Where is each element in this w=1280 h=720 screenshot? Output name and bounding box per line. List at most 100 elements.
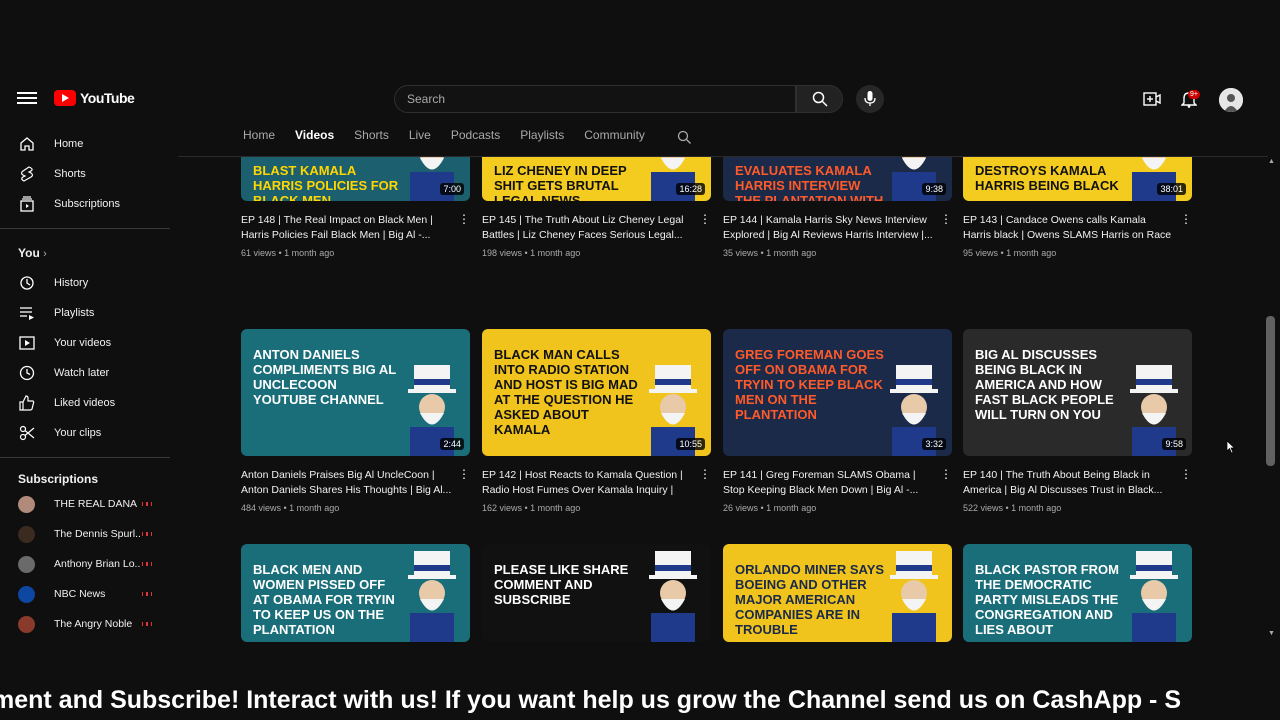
sidebar-item-your-videos[interactable]: Your videos [0,328,175,358]
video-title[interactable]: Anton Daniels Praises Big Al UncleCoon |… [241,468,453,498]
sidebar-item-label: Your videos [54,337,112,349]
thumbnail-text: BIG AL DISCUSSES BEING BLACK IN AMERICA … [975,347,1114,422]
your-videos-icon [19,336,35,350]
voice-search-button[interactable] [856,85,884,113]
uncle-sam-image [1130,551,1178,642]
tab-community[interactable]: Community [584,128,645,148]
sidebar-item-liked-videos[interactable]: Liked videos [0,388,175,418]
youtube-logo[interactable]: YouTube [54,90,135,106]
video-meta: 522 views • 1 month ago [963,503,1062,513]
sidebar-item-your-clips[interactable]: Your clips [0,418,175,448]
video-title[interactable]: EP 143 | Candace Owens calls Kamala Harr… [963,213,1175,243]
video-thumbnail[interactable]: BIG AL DISCUSSES BEING BLACK IN AMERICA … [963,329,1192,456]
video-thumbnail[interactable]: EVALUATES KAMALA HARRIS INTERVIEW THE PL… [723,157,952,201]
video-thumbnail[interactable]: Please Like Share Comment and Subscribe [482,544,711,642]
thumbnail-text: BLAST KAMALA HARRIS POLICIES FOR BLACK M… [253,163,399,201]
sidebar-item-label: Shorts [54,168,86,180]
account-avatar[interactable] [1219,88,1243,112]
video-duration: 9:38 [922,183,946,195]
sidebar-item-subscriptions[interactable]: Subscriptions [0,189,175,219]
video-title[interactable]: EP 141 | Greg Foreman SLAMS Obama | Stop… [723,468,935,498]
more-options-icon[interactable]: ⋮ [458,468,470,480]
sidebar-item-label: Liked videos [54,397,116,409]
video-meta: 61 views • 1 month ago [241,248,335,258]
subscription-item[interactable]: The Angry Noble [0,609,175,639]
masthead: YouTube Search 9+ [0,75,1280,125]
search-input[interactable]: Search [394,85,796,113]
tab-playlists[interactable]: Playlists [520,128,564,148]
thumbnail-text: EVALUATES KAMALA HARRIS INTERVIEW THE PL… [735,163,884,201]
channel-search-icon[interactable] [677,130,692,145]
live-indicator-icon [142,592,152,596]
sidebar-item-watch-later[interactable]: Watch later [0,358,175,388]
channel-avatar [18,616,35,633]
tab-home[interactable]: Home [243,128,275,148]
tab-live[interactable]: Live [409,128,431,148]
subscription-item[interactable]: NBC News [0,579,175,609]
video-duration: 16:28 [676,183,705,195]
overlay-ticker: ment and Subscribe! Interact with us! If… [0,682,1280,720]
video-thumbnail[interactable]: BLACK PASTOR FROM THE DEMOCRATIC PARTY M… [963,544,1192,642]
scrollbar-thumb[interactable] [1266,316,1275,466]
video-thumbnail[interactable]: BLAST KAMALA HARRIS POLICIES FOR BLACK M… [241,157,470,201]
chevron-right-icon: › [43,248,47,260]
video-duration: 38:01 [1157,183,1186,195]
channel-avatar [18,496,35,513]
more-options-icon[interactable]: ⋮ [1180,468,1192,480]
subscription-item[interactable]: THE REAL DANA [0,489,175,519]
more-options-icon[interactable]: ⋮ [1180,213,1192,225]
sidebar-item-label: Your clips [54,427,102,439]
channel-avatar [18,556,35,573]
sidebar-item-home[interactable]: Home [0,129,175,159]
more-options-icon[interactable]: ⋮ [699,468,711,480]
you-heading-label: You [18,246,40,260]
video-meta: 35 views • 1 month ago [723,248,817,258]
video-title[interactable]: EP 140 | The Truth About Being Black in … [963,468,1175,498]
sidebar-you-heading[interactable]: You › [18,246,47,260]
tab-shorts[interactable]: Shorts [354,128,389,148]
video-meta: 484 views • 1 month ago [241,503,340,513]
video-duration: 3:32 [922,438,946,450]
video-meta: 26 views • 1 month ago [723,503,817,513]
channel-tabs: Home Videos Shorts Live Podcasts Playlists Com… [243,128,665,148]
sidebar-item-label: Subscriptions [54,198,121,210]
sidebar-item-label: Home [54,138,84,150]
thumbs-up-icon [19,395,35,411]
video-thumbnail[interactable]: ORLANDO MINER SAYS BOEING AND OTHER MAJO… [723,544,952,642]
scissors-icon [19,425,35,441]
more-options-icon[interactable]: ⋮ [699,213,711,225]
more-options-icon[interactable]: ⋮ [940,213,952,225]
video-thumbnail[interactable]: LIZ CHENEY IN DEEP SHIT GETS BRUTAL LEGA… [482,157,711,201]
sidebar-item-playlists[interactable]: Playlists [0,298,175,328]
video-thumbnail[interactable]: ANTON DANIELS COMPLIMENTS BIG AL UNCLECO… [241,329,470,456]
scroll-down-arrow[interactable]: ▼ [1268,630,1275,637]
notification-badge: 9+ [1188,90,1200,99]
live-indicator-icon [142,562,152,566]
video-thumbnail[interactable]: GREG FOREMAN GOES OFF ON OBAMA FOR TRYIN… [723,329,952,456]
thumbnail-text: Please Like Share Comment and Subscribe [494,562,629,607]
video-title[interactable]: EP 148 | The Real Impact on Black Men | … [241,213,453,243]
tab-podcasts[interactable]: Podcasts [451,128,500,148]
scroll-up-arrow[interactable]: ▲ [1268,158,1275,165]
more-options-icon[interactable]: ⋮ [458,213,470,225]
sidebar-item-label: History [54,277,89,289]
video-thumbnail[interactable]: DESTROYS KAMALA HARRIS BEING BLACK 38:01 [963,157,1192,201]
video-duration: 9:58 [1162,438,1186,450]
video-thumbnail[interactable]: BLACK MAN CALLS INTO RADIO STATION AND H… [482,329,711,456]
sidebar-item-shorts[interactable]: Shorts [0,159,175,189]
sidebar-item-history[interactable]: History [0,268,175,298]
video-thumbnail[interactable]: BLACK MEN AND WOMEN PISSED OFF AT OBAMA … [241,544,470,642]
more-options-icon[interactable]: ⋮ [940,468,952,480]
search-button[interactable] [796,85,843,113]
video-title[interactable]: EP 145 | The Truth About Liz Cheney Lega… [482,213,694,243]
uncle-sam-image [408,551,456,642]
video-title[interactable]: EP 142 | Host Reacts to Kamala Question … [482,468,694,498]
tab-videos[interactable]: Videos [295,128,334,148]
video-letterbox-top [0,0,1280,75]
video-title[interactable]: EP 144 | Kamala Harris Sky News Intervie… [723,213,935,243]
create-button[interactable] [1142,89,1162,109]
subscription-item[interactable]: Anthony Brian Lo... [0,549,175,579]
menu-icon[interactable] [17,89,37,109]
subscription-item[interactable]: The Dennis Spurl... [0,519,175,549]
thumbnail-text: LIZ CHENEY IN DEEP SHIT GETS BRUTAL LEGA… [494,163,627,201]
